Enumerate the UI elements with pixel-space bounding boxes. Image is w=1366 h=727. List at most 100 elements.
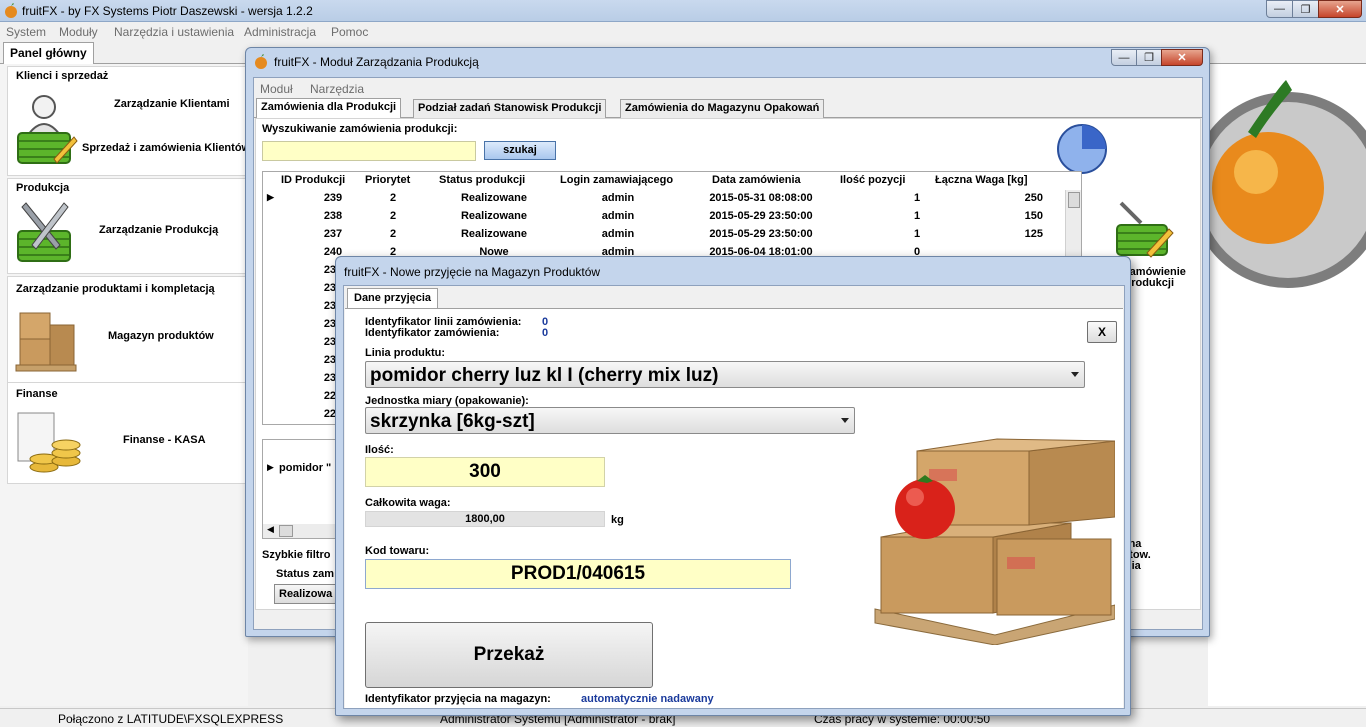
receipt-id-label: Identyfikator przyjęcia na magazyn: <box>365 693 551 705</box>
col-count[interactable]: Ilość pozycji <box>840 174 905 186</box>
tab-station-tasks[interactable]: Podział zadań Stanowisk Produkcji <box>413 99 607 119</box>
receipt-data-page: Identyfikator linii zamówienia: 0 Identy… <box>345 308 1123 708</box>
col-weight[interactable]: Łączna Waga [kg] <box>935 174 1028 186</box>
fruit-logo-icon <box>1208 80 1366 288</box>
quantity-label: Ilość: <box>365 444 394 456</box>
menu-modules[interactable]: Moduły <box>59 25 98 39</box>
pie-chart-icon <box>1057 124 1107 174</box>
menu-tools[interactable]: Narzędzia <box>310 82 364 96</box>
product-line-value: pomidor cherry luz kl I (cherry mix luz) <box>370 365 719 386</box>
scroll-left-icon[interactable]: ◀ <box>267 524 274 535</box>
production-tabs: Zamówienia dla Produkcji Podział zadań S… <box>254 98 1202 119</box>
quantity-input[interactable]: 300 <box>365 457 605 487</box>
row-selector-icon: ▶ <box>267 462 274 472</box>
table-row[interactable]: 237 2 Realizowane admin 2015-05-29 23:50:00 1… <box>263 226 1063 244</box>
finance-cash-link[interactable]: Finanse - KASA <box>123 434 206 446</box>
boxes-tomato-illustration <box>874 438 1115 645</box>
menu-admin[interactable]: Administracja <box>244 25 316 39</box>
minimize-button[interactable]: — <box>1111 49 1137 66</box>
cell-count: 1 <box>913 210 921 222</box>
table-row[interactable]: ▶ 239 2 Realizowane admin 2015-05-31 08:08:00… <box>263 190 1063 208</box>
main-title-bar: fruitFX - by FX Systems Piotr Daszewski … <box>0 0 1366 22</box>
menu-system[interactable]: System <box>6 25 46 39</box>
cell-status: Realizowane <box>460 192 528 204</box>
group-finance: Finanse Finanse - KASA <box>7 382 247 484</box>
chevron-down-icon <box>1071 372 1079 377</box>
product-line-label: Linia produktu: <box>365 347 446 359</box>
cell-login: admin <box>601 228 635 240</box>
unit-label: Jednostka miary (opakowanie): <box>365 395 529 407</box>
receipt-id-value: automatycznie nadawany <box>581 693 714 705</box>
production-manage-link[interactable]: Zarządzanie Produkcją <box>99 224 218 236</box>
grid-header: ID Produkcji Priorytet Status produkcji … <box>263 172 1081 190</box>
product-code-label: Kod towaru: <box>365 545 430 557</box>
cell-weight: 250 <box>1024 192 1043 204</box>
col-id[interactable]: ID Produkcji <box>281 174 345 186</box>
cell-id: 238 <box>323 210 343 222</box>
products-warehouse-link[interactable]: Magazyn produktów <box>108 330 214 342</box>
group-products: Zarządzanie produktami i kompletacją Mag… <box>7 276 247 388</box>
clients-sales-link[interactable]: Sprzedaż i zamówienia Klientów <box>82 142 250 154</box>
boxes-pallet-icon <box>15 312 77 372</box>
cell-count: 1 <box>913 192 921 204</box>
maximize-button[interactable]: ❐ <box>1136 49 1162 66</box>
group-title: Klienci i sprzedaż <box>16 70 109 82</box>
unit-select[interactable]: skrzynka [6kg-szt] <box>365 407 855 434</box>
menu-module[interactable]: Moduł <box>260 82 293 96</box>
menu-tools[interactable]: Narzędzia i ustawienia <box>114 25 234 39</box>
product-line-select[interactable]: pomidor cherry luz kl I (cherry mix luz) <box>365 361 1085 388</box>
new-order-basket-icon[interactable] <box>1111 197 1175 261</box>
app-fruit-icon <box>255 54 267 69</box>
main-menu-bar: System Moduły Narzędzia i ustawienia Adm… <box>0 22 1366 42</box>
dialog-title: fruitFX - Nowe przyjęcie na Magazyn Prod… <box>344 265 601 279</box>
scroll-thumb[interactable] <box>1068 192 1080 208</box>
search-input[interactable] <box>262 141 476 161</box>
cell-login: admin <box>601 210 635 222</box>
search-label: Wyszukiwanie zamówienia produkcji: <box>262 123 458 135</box>
group-title: Produkcja <box>16 182 70 194</box>
total-weight-label: Całkowita waga: <box>365 497 451 509</box>
status-filter-label: Status zam <box>276 568 335 580</box>
chevron-down-icon <box>841 418 849 423</box>
order-id-label: Identyfikator zamówienia: <box>365 327 500 339</box>
order-id-value: 0 <box>542 327 549 339</box>
pass-button[interactable]: Przekaż <box>365 622 653 688</box>
menu-help[interactable]: Pomoc <box>331 25 368 39</box>
cell-id: 239 <box>323 192 343 204</box>
product-code-input[interactable]: PROD1/040615 <box>365 559 791 589</box>
group-title: Zarządzanie produktami i kompletacją <box>16 283 215 295</box>
order-line-product[interactable]: pomidor " <box>279 462 331 474</box>
receipt-dialog: fruitFX - Nowe przyjęcie na Magazyn Prod… <box>335 256 1131 716</box>
close-button[interactable]: ✕ <box>1161 49 1203 66</box>
col-date[interactable]: Data zamówienia <box>712 174 801 186</box>
coins-icon <box>17 412 81 473</box>
cell-weight: 125 <box>1024 228 1043 240</box>
tab-main-panel[interactable]: Panel główny <box>3 42 94 64</box>
cell-id: 237 <box>323 228 343 240</box>
table-row[interactable]: 238 2 Realizowane admin 2015-05-29 23:50:00 1… <box>263 208 1063 226</box>
col-login[interactable]: Login zamawiającego <box>560 174 673 186</box>
connection-status: Połączono z LATITUDE\FXSQLEXPRESS <box>58 712 284 726</box>
row-selector-icon: ▶ <box>267 192 274 202</box>
scroll-thumb[interactable] <box>279 525 293 537</box>
close-button[interactable]: ✕ <box>1318 0 1362 18</box>
cell-date: 2015-05-31 08:08:00 <box>709 192 813 204</box>
minimize-button[interactable]: — <box>1266 0 1293 18</box>
dialog-close-button[interactable]: X <box>1087 321 1117 343</box>
cell-status: Realizowane <box>460 228 528 240</box>
client-basket-icon <box>17 95 78 164</box>
col-status[interactable]: Status produkcji <box>439 174 525 186</box>
col-priority[interactable]: Priorytet <box>365 174 410 186</box>
dialog-content: Dane przyjęcia Identyfikator linii zamów… <box>343 285 1125 709</box>
clients-manage-link[interactable]: Zarządzanie Klientami <box>114 98 230 110</box>
quick-filters-label: Szybkie filtro <box>262 549 331 561</box>
tab-packaging-orders[interactable]: Zamówienia do Magazynu Opakowań <box>620 99 825 119</box>
search-button[interactable]: szukaj <box>484 141 556 160</box>
tab-production-orders[interactable]: Zamówienia dla Produkcji <box>256 98 402 119</box>
tab-receipt-data[interactable]: Dane przyjęcia <box>347 288 439 309</box>
cell-prio: 2 <box>389 210 397 222</box>
main-panel: Klienci i sprzedaż Zarządzanie Klientami… <box>0 64 250 706</box>
cell-login: admin <box>601 192 635 204</box>
maximize-button[interactable]: ❐ <box>1292 0 1319 18</box>
cell-weight: 150 <box>1024 210 1043 222</box>
